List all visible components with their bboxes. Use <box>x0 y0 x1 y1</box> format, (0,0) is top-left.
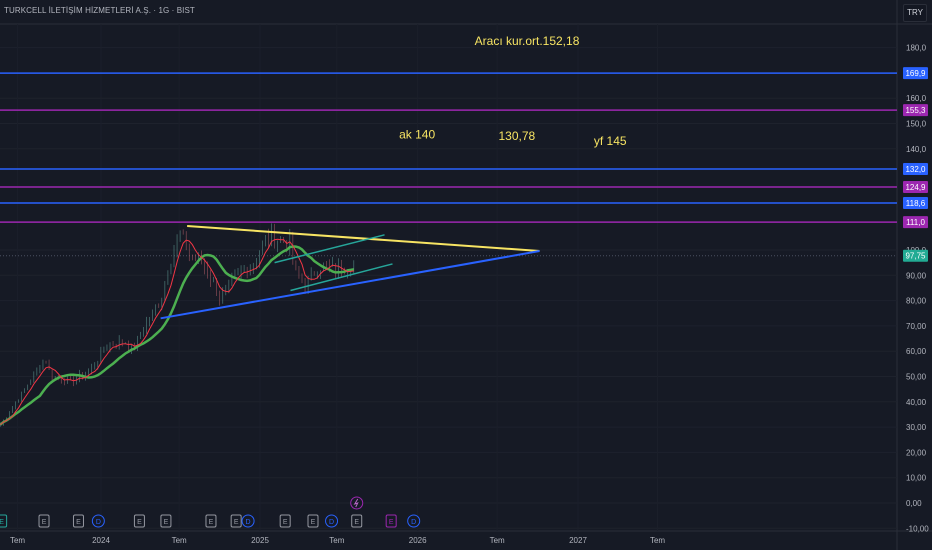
y-tick-label: 140,0 <box>906 145 927 154</box>
event-letter: D <box>329 519 334 526</box>
trend-line-channel-upper[interactable] <box>274 234 385 264</box>
event-letter: D <box>246 519 251 526</box>
x-tick-label: Tem <box>10 536 25 545</box>
x-tick-label: 2025 <box>251 536 269 545</box>
event-letter: E <box>389 519 394 526</box>
moving-average-fast <box>0 238 354 425</box>
event-letter: E <box>137 519 142 526</box>
event-letter: E <box>164 519 169 526</box>
event-letter: E <box>42 519 47 526</box>
x-tick-label: 2024 <box>92 536 110 545</box>
x-tick-label: Tem <box>329 536 344 545</box>
y-tick-label: 90,00 <box>906 271 927 280</box>
annotation-text[interactable]: ak 140 <box>399 128 435 142</box>
y-tick-label: 80,00 <box>906 297 927 306</box>
event-letter: E <box>209 519 214 526</box>
x-tick-label: 2026 <box>409 536 427 545</box>
y-tick-label: 30,00 <box>906 423 927 432</box>
x-tick-label: Tem <box>650 536 665 545</box>
annotation-text[interactable]: 130,78 <box>499 129 536 143</box>
level-tag-label: 118,6 <box>906 199 926 208</box>
level-tag-label: 124,9 <box>905 183 926 192</box>
event-letter: E <box>354 519 359 526</box>
y-tick-label: 180,0 <box>906 44 927 53</box>
level-tag-label: 111,0 <box>906 218 925 227</box>
last-price-label: 97,75 <box>905 252 926 261</box>
y-tick-label: 50,00 <box>906 373 927 382</box>
event-letter: E <box>234 519 239 526</box>
y-tick-label: -10,00 <box>906 524 929 533</box>
x-tick-label: Tem <box>490 536 505 545</box>
y-tick-label: 40,00 <box>906 398 927 407</box>
event-letter: E <box>0 519 4 526</box>
y-tick-label: 0,00 <box>906 499 922 508</box>
y-tick-label: 60,00 <box>906 347 927 356</box>
y-tick-label: 20,00 <box>906 448 927 457</box>
y-tick-label: 70,00 <box>906 322 927 331</box>
y-tick-label: 10,00 <box>906 474 927 483</box>
price-chart[interactable]: 180,0160,0150,0140,0100,090,0080,0070,00… <box>0 0 932 550</box>
event-letter: E <box>311 519 316 526</box>
x-tick-label: 2027 <box>569 536 587 545</box>
level-tag-label: 132,0 <box>905 165 926 174</box>
annotation-text[interactable]: yf 145 <box>594 134 627 148</box>
event-letter: E <box>283 519 288 526</box>
event-letter: E <box>76 519 81 526</box>
level-tag-label: 169,9 <box>905 69 926 78</box>
event-letter: D <box>96 519 101 526</box>
moving-average-slow <box>0 245 355 426</box>
event-letter: D <box>411 519 416 526</box>
x-tick-label: Tem <box>172 536 187 545</box>
trend-line-resistance[interactable] <box>187 224 540 253</box>
annotation-text[interactable]: Aracı kur.ort.152,18 <box>475 34 580 48</box>
y-tick-label: 150,0 <box>906 120 927 129</box>
y-tick-label: 160,0 <box>906 94 927 103</box>
level-tag-label: 155,3 <box>905 106 926 115</box>
candles <box>0 223 355 427</box>
